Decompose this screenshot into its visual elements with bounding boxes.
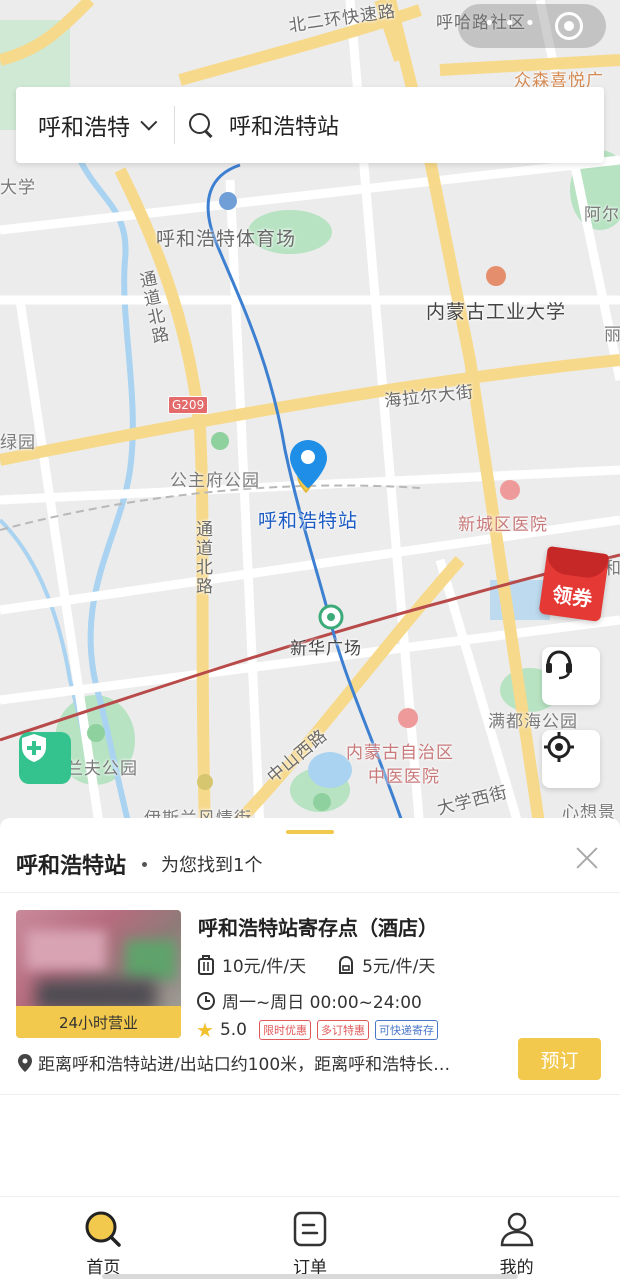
price-luggage: 10元/件/天 <box>222 957 307 977</box>
hours-row: 周一~周日 00:00~24:00 <box>196 988 422 1013</box>
open-hours-badge: 24小时营业 <box>16 1006 181 1038</box>
coupon-button[interactable]: 领券 <box>538 546 610 622</box>
map-view[interactable]: 北二环快速路 呼哈路社区 众森喜悦广 大学 呼和浩特体育场 阿尔 通道北路 内蒙… <box>0 0 620 830</box>
book-button[interactable]: 预订 <box>518 1038 601 1080</box>
map-road-badge-g209: G209 <box>168 396 209 414</box>
price-backpack: 5元/件/天 <box>362 957 436 977</box>
chevron-down-icon <box>140 113 158 131</box>
profile-icon <box>500 1212 533 1247</box>
search-icon <box>189 113 213 137</box>
map-label-aer: 阿尔 <box>584 205 620 225</box>
sheet-header: 呼和浩特站 为您找到1个 <box>16 848 262 880</box>
address-text: 距离呼和浩特站进/出站口约100米，距离呼和浩特长… <box>38 1055 451 1075</box>
locate-button[interactable] <box>542 730 600 788</box>
star-icon: ★ <box>196 1018 214 1042</box>
store-name: 呼和浩特站寄存点（酒店） <box>198 916 438 940</box>
tag-multi-discount: 多订特惠 <box>316 1020 369 1040</box>
map-label-xincheng-hospital: 新城区医院 <box>458 515 548 535</box>
map-label-tongdao-north-2: 通道北路 <box>192 520 212 596</box>
sheet-divider <box>0 892 620 893</box>
tag-courier-storage: 可快递寄存 <box>374 1020 438 1040</box>
open-hours: 周一~周日 00:00~24:00 <box>222 993 422 1013</box>
tags-row: ★ 5.0 限时优惠 多订特惠 可快递寄存 <box>196 1018 444 1042</box>
nav-home[interactable]: 首页 <box>0 1197 207 1280</box>
map-label-imtcm-hospital-2: 中医医院 <box>368 767 440 787</box>
rating-value: 5.0 <box>219 1020 247 1040</box>
nav-orders[interactable]: 订单 <box>207 1197 414 1280</box>
clock-icon <box>197 991 215 1010</box>
coupon-label: 领券 <box>550 582 594 612</box>
map-label-xinhua-square: 新华广场 <box>290 639 362 659</box>
result-count: 为您找到1个 <box>161 855 263 876</box>
nav-profile[interactable]: 我的 <box>413 1197 620 1280</box>
map-label-lanfu-park: 兰夫公园 <box>66 759 138 779</box>
home-search-icon <box>85 1211 122 1247</box>
luggage-icon <box>198 954 214 975</box>
close-icon[interactable] <box>574 844 600 870</box>
card-divider <box>0 1094 620 1095</box>
app-root: 北二环快速路 呼哈路社区 众森喜悦广 大学 呼和浩特体育场 阿尔 通道北路 内蒙… <box>0 0 620 1280</box>
insurance-button[interactable] <box>19 732 71 784</box>
price-row: 10元/件/天 5元/件/天 <box>196 952 435 977</box>
headset-icon <box>546 650 572 680</box>
result-card[interactable]: 24小时营业 呼和浩特站寄存点（酒店） 10元/件/天 5元/件/天 周一~周日… <box>0 908 620 1098</box>
map-label-imut: 内蒙古工业大学 <box>426 301 567 323</box>
map-label-lvyuan: 绿园 <box>0 433 36 453</box>
map-label-daxue: 大学 <box>0 178 36 198</box>
customer-service-button[interactable] <box>542 647 600 705</box>
sheet-title: 呼和浩特站 <box>16 854 127 879</box>
sheet-drag-handle[interactable] <box>286 830 334 834</box>
map-label-imtcm-hospital-1: 内蒙古自治区 <box>346 743 454 763</box>
shield-plus-icon <box>22 734 46 762</box>
city-select[interactable]: 呼和浩特 <box>16 87 158 163</box>
close-target-icon[interactable] <box>555 12 583 40</box>
map-label-station: 呼和浩特站 <box>258 510 359 532</box>
city-select-label: 呼和浩特 <box>38 115 130 141</box>
order-icon <box>293 1211 327 1247</box>
map-label-gongzhufu-park: 公主府公园 <box>170 471 260 491</box>
crosshair-icon <box>544 732 574 762</box>
map-label-li: 丽 <box>604 325 620 345</box>
results-sheet: 呼和浩特站 为您找到1个 24小时营业 呼和浩特站寄存点（酒店） 10元/件/天 <box>0 818 620 1198</box>
search-divider <box>174 106 175 144</box>
map-label-mandu-park: 满都海公园 <box>488 712 578 732</box>
home-indicator <box>102 1274 518 1279</box>
map-pin-icon <box>18 1053 32 1072</box>
separator-dot <box>142 861 148 867</box>
address-row: 距离呼和浩特站进/出站口约100米，距离呼和浩特长… <box>18 1050 488 1075</box>
map-label-sports-field: 呼和浩特体育场 <box>156 228 297 250</box>
tag-limited-offer: 限时优惠 <box>258 1020 311 1040</box>
backpack-icon <box>339 955 354 974</box>
search-input[interactable]: 呼和浩特站 <box>229 109 339 141</box>
bottom-nav: 首页 订单 我的 <box>0 1196 620 1280</box>
search-bar: 呼和浩特 呼和浩特站 <box>16 87 604 163</box>
more-dots-icon[interactable]: • • • <box>484 15 537 33</box>
